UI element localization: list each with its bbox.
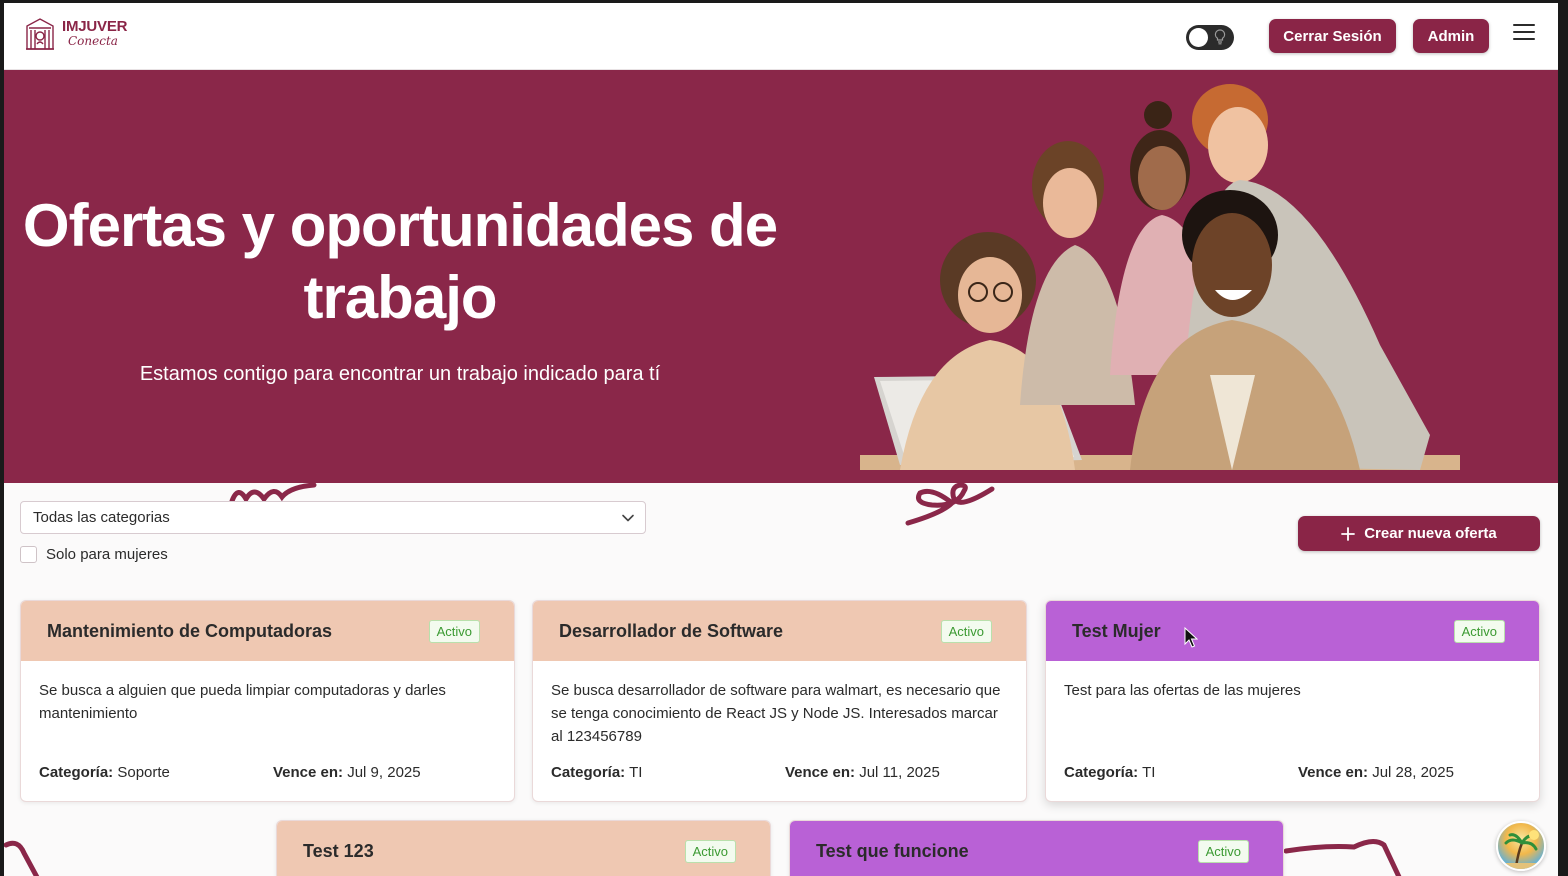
card-expiry-date: Jul 28, 2025 (1372, 764, 1454, 781)
card-header: Desarrollador de Software Activo (533, 601, 1026, 661)
women-only-filter: Solo para mujeres (20, 546, 168, 563)
card-description: Test para las ofertas de las mujeres (1064, 682, 1301, 699)
hamburger-menu-icon[interactable] (1513, 24, 1535, 44)
hero-subtitle: Estamos contigo para encontrar un trabaj… (139, 363, 661, 385)
card-title: Test Mujer (1072, 620, 1161, 641)
job-offer-card[interactable]: Test que funcione Activo (789, 820, 1284, 876)
logout-button[interactable]: Cerrar Sesión (1269, 19, 1396, 53)
logo-title: IMJUVER (62, 18, 128, 35)
card-description: Se busca desarrollador de software para … (551, 682, 1001, 745)
category-select[interactable]: Todas las categorias (20, 501, 646, 534)
building-logo-icon (26, 18, 54, 50)
card-category: TI (1142, 764, 1156, 781)
card-title: Test que funcione (816, 840, 969, 861)
decorative-scribble-center (905, 483, 995, 526)
team-photo-image (860, 84, 1460, 470)
expires-label: Vence en: (273, 764, 344, 781)
lightbulb-icon (1214, 29, 1226, 45)
card-header: Test 123 Activo (277, 821, 770, 876)
hero-banner: Ofertas y oportunidades de trabajo Estam… (4, 70, 1558, 483)
card-header: Test Mujer Activo (1046, 601, 1539, 661)
card-title: Mantenimiento de Computadoras (47, 620, 333, 641)
job-offer-card[interactable]: Test Mujer Activo Test para las ofertas … (1045, 600, 1540, 802)
mouse-cursor-icon (1184, 627, 1198, 648)
category-select-value: Todas las categorias (33, 509, 170, 526)
card-title: Desarrollador de Software (559, 620, 784, 641)
job-offer-card[interactable]: Test 123 Activo (276, 820, 771, 876)
status-badge: Activo (684, 839, 736, 863)
card-header: Test que funcione Activo (790, 821, 1283, 876)
decorative-scribble-bottom-left (4, 840, 40, 876)
card-title: Test 123 (303, 840, 374, 861)
expires-label: Vence en: (785, 764, 856, 781)
palm-tree-icon (1498, 830, 1544, 869)
category-label: Categoría: (39, 764, 114, 781)
plus-icon (1341, 526, 1356, 541)
admin-button[interactable]: Admin (1413, 19, 1489, 53)
card-description: Se busca a alguien que pueda limpiar com… (39, 682, 446, 722)
status-badge: Activo (428, 619, 480, 643)
card-expiry-date: Jul 9, 2025 (347, 764, 421, 781)
card-category: Soporte (117, 764, 170, 781)
women-only-label: Solo para mujeres (46, 546, 168, 563)
dark-mode-toggle[interactable] (1186, 25, 1234, 50)
assistant-bubble-avatar[interactable] (1496, 821, 1546, 871)
chevron-down-icon (622, 514, 634, 522)
hero-title: Ofertas y oportunidades de trabajo (22, 192, 778, 331)
status-badge: Activo (1453, 619, 1505, 643)
job-offer-card[interactable]: Desarrollador de Software Activo Se busc… (532, 600, 1027, 802)
logo-subtitle: Conecta (68, 34, 118, 48)
card-expiry-date: Jul 11, 2025 (859, 764, 940, 781)
status-badge: Activo (1197, 839, 1249, 863)
card-category: TI (629, 764, 643, 781)
top-navbar: IMJUVER Conecta Cerrar Sesión Admin (4, 3, 1558, 70)
toggle-knob (1189, 28, 1208, 47)
job-offer-card[interactable]: Mantenimiento de Computadoras Activo Se … (20, 600, 515, 802)
create-offer-label: Crear nueva oferta (1364, 525, 1497, 542)
expires-label: Vence en: (1298, 764, 1369, 781)
browser-viewport: IMJUVER Conecta Cerrar Sesión Admin Ofer… (0, 0, 1568, 876)
card-meta: Categoría: TI Vence en: Jul 28, 2025 (1064, 764, 1521, 781)
imjuver-logo[interactable]: IMJUVER Conecta (24, 16, 127, 52)
women-only-checkbox[interactable] (20, 546, 37, 563)
create-offer-button[interactable]: Crear nueva oferta (1298, 516, 1540, 551)
category-label: Categoría: (1064, 764, 1139, 781)
decorative-scribble-bottom-right (1284, 839, 1402, 876)
status-badge: Activo (940, 619, 992, 643)
card-meta: Categoría: Soporte Vence en: Jul 9, 2025 (39, 764, 496, 781)
card-header: Mantenimiento de Computadoras Activo (21, 601, 514, 661)
card-meta: Categoría: TI Vence en: Jul 11, 2025 (551, 764, 1008, 781)
category-label: Categoría: (551, 764, 626, 781)
